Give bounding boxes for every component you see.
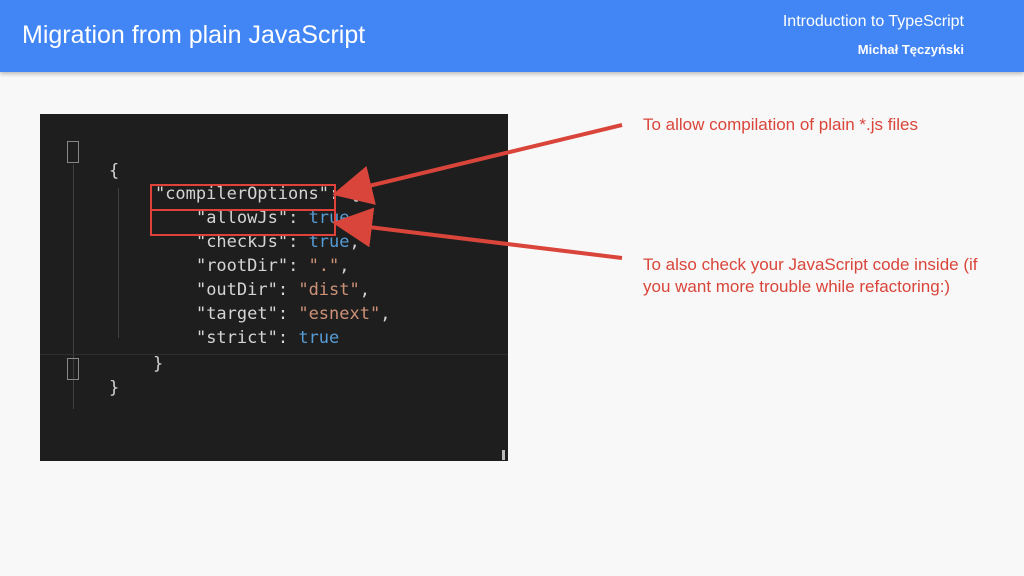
allowjs-highlight-box	[150, 184, 336, 211]
slide-header: Migration from plain JavaScript Introduc…	[0, 0, 1024, 72]
author-name: Michał Tęczyński	[857, 42, 964, 57]
code-line-strict: "strict": true	[155, 308, 339, 368]
editor-ruler	[40, 354, 508, 355]
slide-title: Migration from plain JavaScript	[22, 21, 366, 49]
option-key: "strict"	[195, 328, 278, 348]
code-line-open-brace: {	[68, 141, 119, 201]
scrollbar-mark	[502, 450, 505, 460]
allowjs-annotation: To allow compilation of plain *.js files	[643, 115, 918, 134]
code-line-close-brace: }	[68, 358, 119, 418]
inner-close-brace: }	[152, 354, 164, 374]
option-comma: ,	[380, 304, 391, 324]
course-title: Introduction to TypeScript	[782, 13, 964, 30]
option-comma: ,	[349, 232, 360, 252]
checkjs-annotation: To also check your JavaScript code insid…	[643, 255, 978, 296]
option-value: true	[298, 328, 340, 348]
option-colon: :	[277, 328, 299, 348]
checkjs-highlight-box	[150, 209, 336, 236]
code-line-inner-close: }	[112, 334, 163, 394]
close-brace: }	[108, 378, 120, 398]
code-screenshot: { "compilerOptions": { "allowJs": true, …	[40, 114, 508, 461]
